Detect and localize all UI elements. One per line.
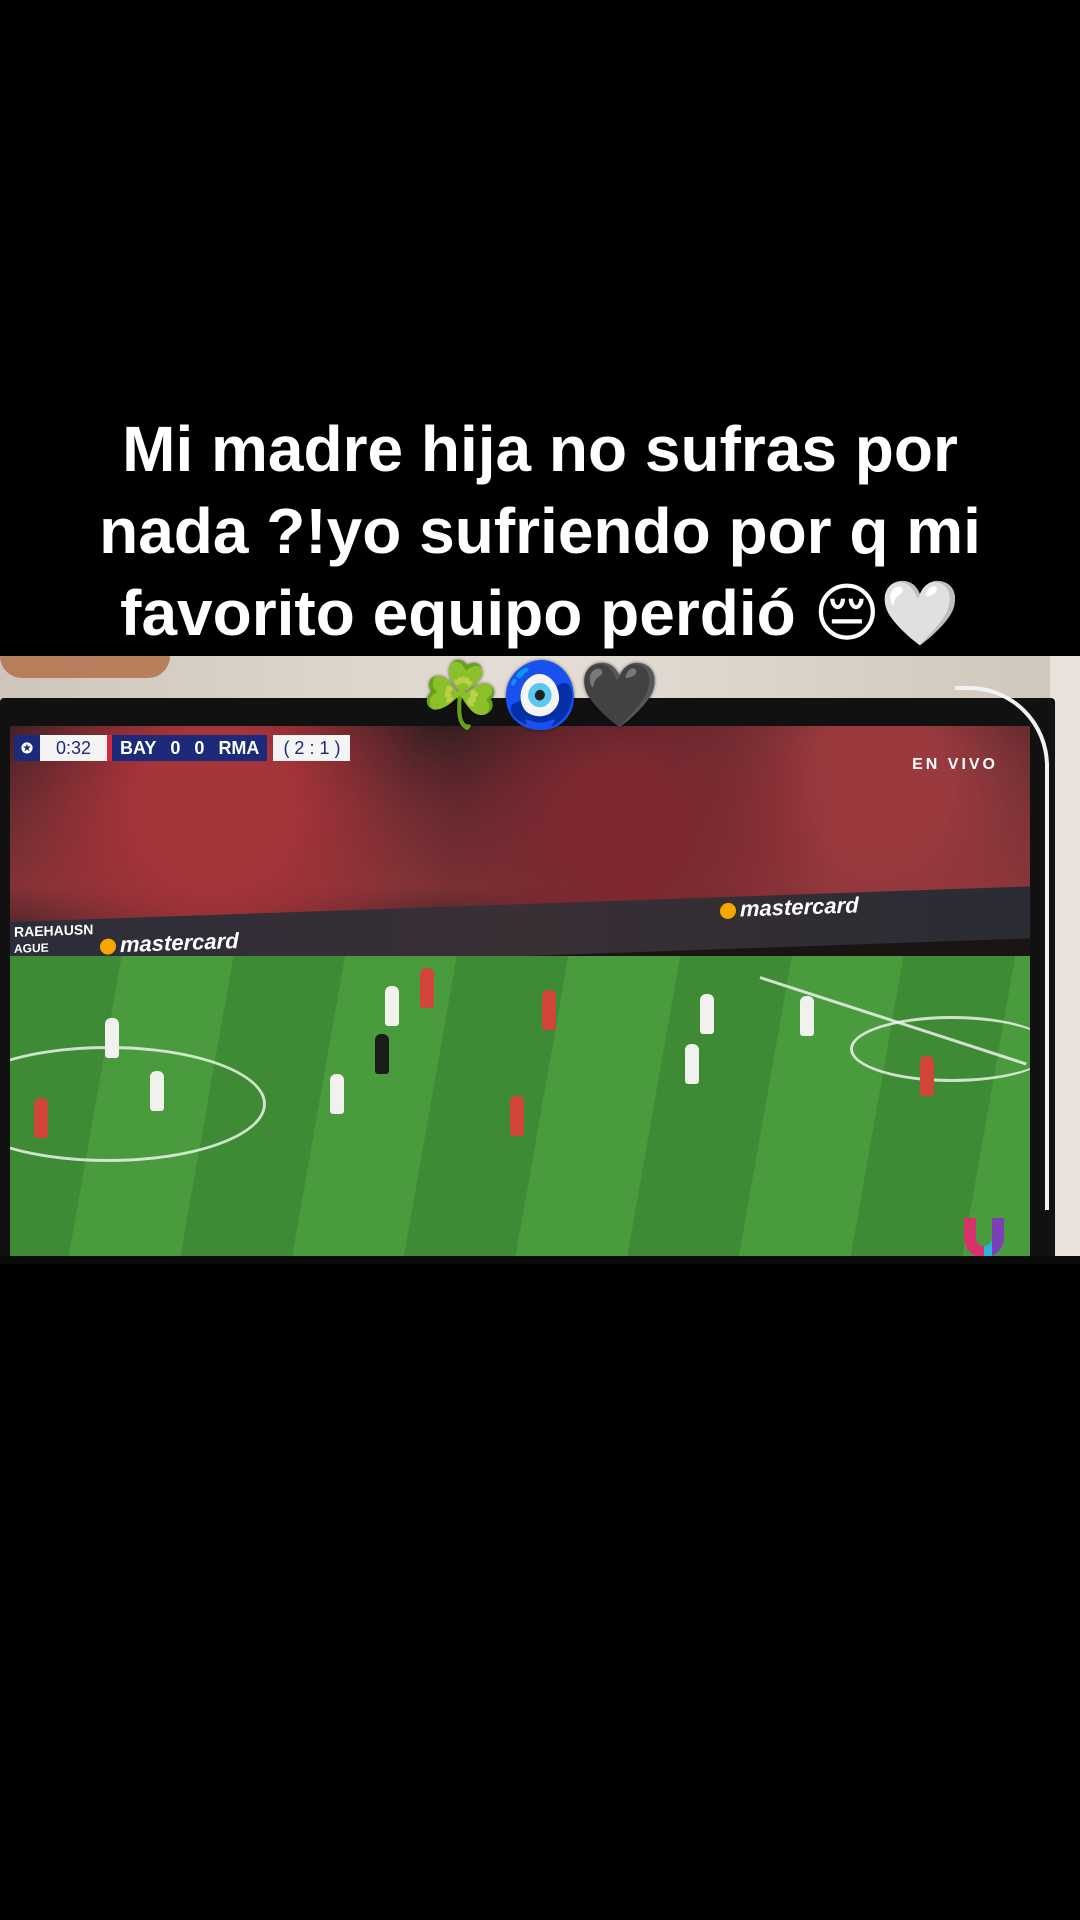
player-red — [542, 990, 556, 1030]
caption-line-1: Mi madre hija no sufras por — [122, 413, 958, 485]
player-red — [510, 1096, 524, 1136]
away-team: RMA — [218, 738, 260, 758]
caption-line-2: nada ?!yo sufriendo por q mi — [99, 495, 981, 567]
board-text-2: AGUE — [14, 940, 49, 956]
player-white — [385, 986, 399, 1026]
sponsor-board-2: mastercard — [720, 892, 859, 923]
tv-stand-edge — [0, 1256, 1080, 1264]
player-white — [105, 1018, 119, 1058]
home-team: BAY — [120, 738, 157, 758]
home-score: 0 — [170, 738, 181, 758]
caption-line-3: favorito equipo perdió 😔🤍 — [120, 577, 960, 649]
match-clock: 0:32 — [40, 735, 108, 761]
player-white — [150, 1071, 164, 1111]
television: mastercard mastercard RAEHAUSN AGUE ✪ 0:… — [0, 698, 1055, 1264]
player-white — [330, 1074, 344, 1114]
away-score: 0 — [194, 738, 205, 758]
player-red — [34, 1098, 48, 1138]
power-cable — [955, 686, 1049, 1210]
sponsor-board-1: mastercard — [100, 928, 239, 959]
aggregate-score: ( 2 : 1 ) — [273, 735, 351, 761]
video-caption: Mi madre hija no sufras por nada ?!yo su… — [40, 408, 1040, 736]
player-white — [685, 1044, 699, 1084]
tv-photo: mastercard mastercard RAEHAUSN AGUE ✪ 0:… — [0, 656, 1080, 1264]
player-red — [420, 968, 434, 1008]
football-pitch — [10, 956, 1030, 1264]
tv-screen: mastercard mastercard RAEHAUSN AGUE ✪ 0:… — [10, 726, 1030, 1264]
player-white — [800, 996, 814, 1036]
univision-logo-icon — [964, 1218, 1004, 1258]
referee — [375, 1034, 389, 1074]
champions-league-icon: ✪ — [14, 735, 40, 761]
player-red — [920, 1056, 934, 1096]
center-circle — [10, 1046, 266, 1162]
score-teams: BAY 0 0 RMA — [107, 735, 268, 761]
player-white — [700, 994, 714, 1034]
board-text: RAEHAUSN — [14, 921, 94, 940]
caption-line-4: ☘️🧿🖤 — [420, 659, 660, 731]
scorebug: ✪ 0:32 BAY 0 0 RMA ( 2 : 1 ) — [14, 734, 351, 762]
